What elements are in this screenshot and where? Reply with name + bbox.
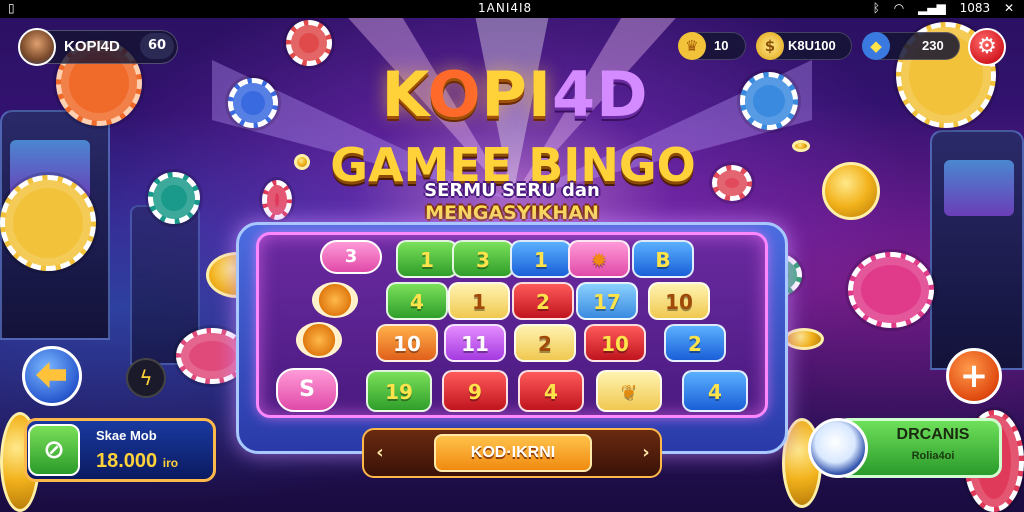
bingo-cell[interactable]: 4 (518, 370, 584, 412)
refresh-icon: ⊘ (28, 424, 80, 476)
tagline-line-1: SERMU SERU dan (424, 180, 600, 201)
sim-icon: ▯ (8, 1, 15, 15)
bingo-cell-star[interactable]: ✹ (568, 240, 630, 278)
signal-icon: ▂▄▆ (918, 1, 946, 15)
poker-chip (228, 78, 278, 128)
drcanis-sublabel: Rolia4oi (911, 450, 955, 462)
profile-name: KOPI4D (64, 38, 120, 55)
boost-button[interactable]: ϟ (126, 358, 166, 398)
bingo-cell[interactable]: 10 (584, 324, 646, 362)
play-button[interactable]: KOD·IKRNI (434, 434, 592, 472)
bingo-cell[interactable]: 1 (510, 240, 572, 278)
coin-icon: $ (756, 32, 784, 60)
balance-label: Skae Mob (96, 428, 157, 443)
flower-icon[interactable] (312, 282, 358, 318)
logo-letters-pi: PI (481, 58, 552, 131)
balance-unit: iro (162, 456, 179, 470)
profile-level-badge: 60 (140, 33, 174, 59)
poker-chip (712, 165, 752, 201)
trophy-icon: ♛ (678, 32, 706, 60)
gold-coin (784, 328, 824, 350)
bingo-cell[interactable]: 2 (514, 324, 576, 362)
poker-chip (148, 172, 200, 224)
gem-icon: ◆ (862, 32, 890, 60)
bluetooth-icon: ᛒ (872, 1, 880, 15)
bingo-cell[interactable]: 19 (366, 370, 432, 412)
status-bar-title: 1ANI4I8 (478, 1, 533, 15)
status-time: 1083 (959, 1, 991, 15)
star-icon: ✹ (590, 248, 608, 272)
bingo-side-cell[interactable]: S (276, 368, 338, 412)
game-scene: ▯ 1ANI4I8 ᛒ ◠ ▂▄▆ 1083 ✕ KOPI4D 60 ♛ 10 … (0, 0, 1024, 512)
logo-letter-k: K (381, 58, 428, 131)
chevron-right-icon[interactable]: › (636, 440, 656, 466)
badge-counter-value: 10 (714, 38, 729, 53)
bingo-cell[interactable]: 4 (682, 370, 748, 412)
gem-counter-value: 230 (922, 38, 944, 53)
game-logo-title: KOPI4D (330, 58, 700, 131)
flower-icon[interactable] (296, 322, 342, 358)
tagline-line-2: MENGASYIKHAN (425, 202, 599, 224)
bingo-cell[interactable]: 9 (442, 370, 508, 412)
status-icons: ᛒ ◠ ▂▄▆ 1083 ✕ (863, 1, 1014, 15)
status-bar: ▯ 1ANI4I8 ᛒ ◠ ▂▄▆ 1083 ✕ (0, 0, 1024, 18)
bingo-cell[interactable]: 1 (448, 282, 510, 320)
add-button[interactable]: + (946, 348, 1002, 404)
bingo-cell[interactable]: 10 (376, 324, 438, 362)
logo-accent-4d: 4D (551, 58, 649, 131)
badge-icon (808, 418, 868, 478)
bingo-cell[interactable]: 11 (444, 324, 506, 362)
lightning-icon: ϟ (139, 366, 153, 390)
drcanis-label: DRCANIS (896, 426, 970, 443)
plus-icon: + (959, 356, 989, 396)
chevron-left-icon[interactable]: ‹ (370, 440, 390, 466)
wifi-icon: ◠ (893, 1, 905, 15)
logo-letter-o: O (427, 58, 482, 131)
bingo-cell[interactable]: 2 (512, 282, 574, 320)
bingo-side-cell[interactable]: 3 (320, 240, 382, 274)
close-icon[interactable]: ✕ (1004, 1, 1014, 15)
gold-coin (822, 162, 880, 220)
bingo-cell[interactable]: 4 (386, 282, 448, 320)
gold-coin (294, 154, 310, 170)
bingo-cell[interactable]: 17 (576, 282, 638, 320)
poker-chip (848, 252, 934, 328)
bingo-cell[interactable]: B (632, 240, 694, 278)
poker-chip (286, 20, 332, 66)
settings-gear-icon[interactable]: ⚙ (968, 28, 1006, 66)
bingo-cell[interactable]: 3 (452, 240, 514, 278)
poker-chip (0, 175, 96, 271)
poker-chip (740, 72, 798, 130)
bingo-cell[interactable]: 1 (396, 240, 458, 278)
bingo-cell[interactable]: 10 (648, 282, 710, 320)
coin-counter-value: K8U100 (788, 38, 836, 53)
balance-amount: 18.000 (96, 450, 158, 472)
leaf-icon: ❦ (620, 380, 638, 404)
balance-value: 18.000 iro (96, 450, 178, 473)
bingo-cell[interactable]: 2 (664, 324, 726, 362)
avatar[interactable] (18, 28, 56, 66)
arcade-screen-right (944, 160, 1014, 216)
gold-coin (792, 140, 810, 152)
poker-chip (262, 180, 292, 220)
bingo-cell-leaf[interactable]: ❦ (596, 370, 662, 412)
